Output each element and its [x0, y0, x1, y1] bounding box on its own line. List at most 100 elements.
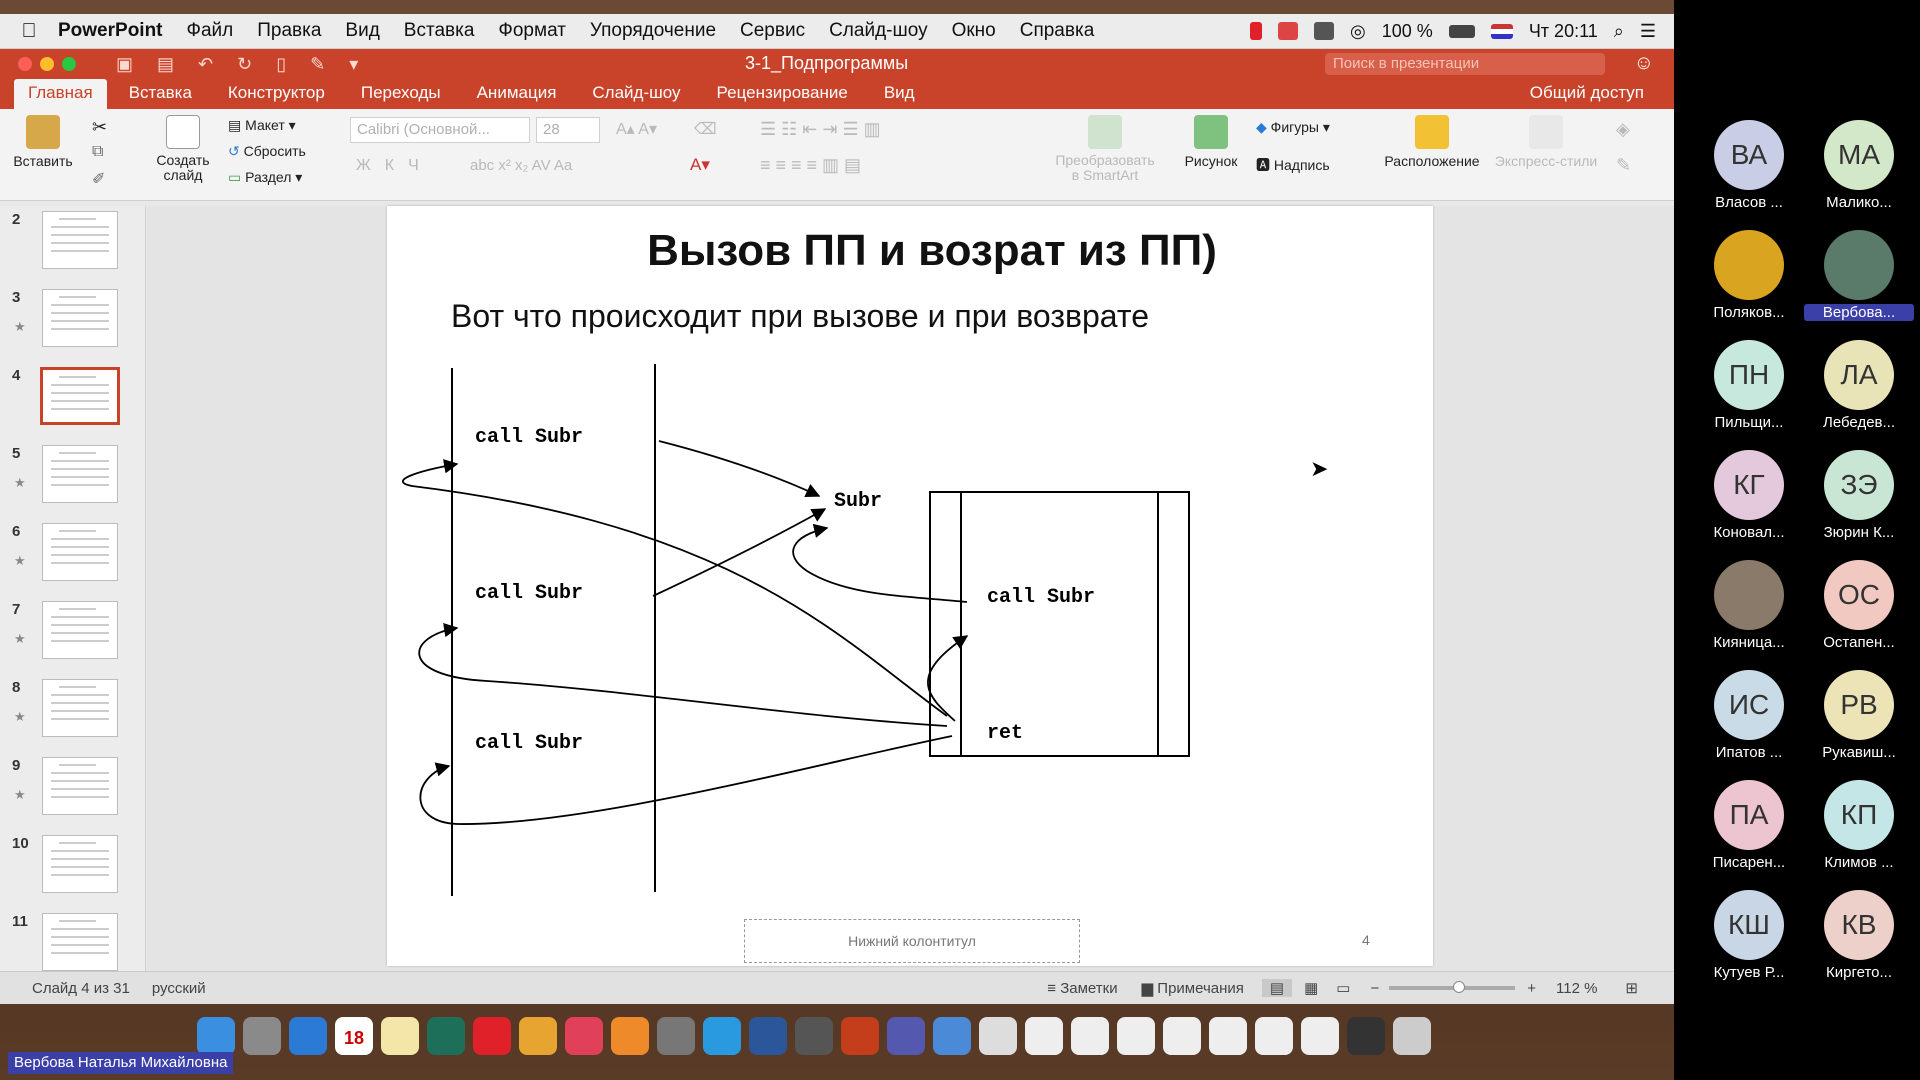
participant-tile[interactable]: ОС Остапен...	[1804, 560, 1914, 651]
dock-app-icon[interactable]	[1025, 1017, 1063, 1055]
language-indicator[interactable]: русский	[152, 980, 206, 997]
shapes-button[interactable]: ◆ Фигуры ▾	[1256, 119, 1330, 136]
redo-icon[interactable]: ↻	[237, 54, 252, 75]
tray-app-icon[interactable]	[1278, 22, 1299, 40]
wifi-icon[interactable]: ◎	[1350, 21, 1366, 42]
menu-window[interactable]: Окно	[952, 20, 996, 42]
calendar-icon[interactable]: 18	[335, 1017, 373, 1055]
slide-footer[interactable]: Нижний колонтитул	[744, 919, 1080, 963]
participant-tile[interactable]: КП Климов ...	[1804, 780, 1914, 871]
text-style-buttons[interactable]: ЖКЧ	[356, 157, 433, 175]
dock-app-icon[interactable]	[289, 1017, 327, 1055]
font-color-icon[interactable]: A▾	[690, 155, 710, 175]
reading-view-icon[interactable]: ▭	[1336, 979, 1350, 997]
participant-tile[interactable]: КШ Кутуев Р...	[1694, 890, 1804, 981]
dock-app-icon[interactable]	[703, 1017, 741, 1055]
sorter-view-icon[interactable]: ▦	[1304, 979, 1318, 997]
quick-styles-button[interactable]: Экспресс-стили	[1488, 115, 1604, 169]
dock-app-icon[interactable]	[1163, 1017, 1201, 1055]
clock[interactable]: Чт 20:11	[1529, 21, 1598, 42]
slide-thumbnail-3[interactable]: 3 ★	[0, 289, 146, 353]
dock-app-icon[interactable]	[841, 1017, 879, 1055]
zoom-slider[interactable]	[1389, 981, 1516, 993]
layout-button[interactable]: ▤ Макет ▾	[228, 117, 296, 134]
dock-app-icon[interactable]	[519, 1017, 557, 1055]
menu-slideshow[interactable]: Слайд-шоу	[829, 20, 928, 42]
search-input[interactable]: Поиск в презентации	[1325, 53, 1605, 75]
sidebar-toggle-icon[interactable]: ▣	[116, 54, 133, 75]
participant-tile[interactable]: РВ Рукавиш...	[1804, 670, 1914, 761]
font-grow-icon[interactable]: A▴ A▾	[616, 119, 657, 139]
fill-icon[interactable]: ◈	[1616, 119, 1630, 140]
participant-tile[interactable]: ИС Ипатов ...	[1694, 670, 1804, 761]
align-buttons[interactable]: ≡ ≡ ≡ ≡ ▥ ▤	[760, 155, 861, 176]
dock-app-icon[interactable]	[611, 1017, 649, 1055]
textbox-button[interactable]: 🅰 Надпись	[1256, 155, 1330, 175]
menu-app[interactable]: PowerPoint	[58, 20, 163, 42]
smiley-icon[interactable]: ☺	[1634, 52, 1654, 75]
menu-insert[interactable]: Вставка	[404, 20, 475, 42]
slide-thumbnail-8[interactable]: 8 ★	[0, 679, 146, 743]
menu-file[interactable]: Файл	[187, 20, 234, 42]
save-icon[interactable]: ▤	[157, 54, 174, 75]
flag-icon[interactable]	[1490, 23, 1513, 39]
dock-app-icon[interactable]	[1393, 1017, 1431, 1055]
slide-thumbnail-4[interactable]: 4	[0, 367, 146, 431]
participant-tile[interactable]: ВА Власов ...	[1694, 120, 1804, 211]
participant-tile[interactable]: Поляков...	[1694, 230, 1804, 321]
apple-icon[interactable]: 	[0, 20, 58, 43]
dock-app-icon[interactable]	[1347, 1017, 1385, 1055]
comments-button[interactable]: ▆ Примечания	[1142, 979, 1244, 997]
undo-icon[interactable]: ↶	[198, 54, 213, 75]
dock-app-icon[interactable]	[1117, 1017, 1155, 1055]
tab-home[interactable]: Главная	[14, 79, 107, 109]
dock-app-icon[interactable]	[979, 1017, 1017, 1055]
strike-sub-super-buttons[interactable]: abc x² x₂ AV Aa	[470, 157, 572, 174]
battery-level[interactable]: 100 %	[1382, 21, 1433, 42]
slide-thumbnail-7[interactable]: 7 ★	[0, 601, 146, 665]
spotlight-icon[interactable]: ⌕	[1614, 21, 1624, 42]
dock-app-icon[interactable]	[749, 1017, 787, 1055]
menu-view[interactable]: Вид	[345, 20, 379, 42]
dock-app-icon[interactable]	[933, 1017, 971, 1055]
dock-app-icon[interactable]	[1071, 1017, 1109, 1055]
notifications-icon[interactable]: ☰	[1640, 21, 1656, 42]
dock-app-icon[interactable]	[1255, 1017, 1293, 1055]
zoom-in-icon[interactable]: +	[1527, 980, 1536, 997]
dock-app-icon[interactable]	[657, 1017, 695, 1055]
menu-edit[interactable]: Правка	[257, 20, 321, 42]
dock-app-icon[interactable]	[381, 1017, 419, 1055]
edit-icon[interactable]: ✎	[310, 54, 325, 75]
participant-tile[interactable]: ПА Писарен...	[1694, 780, 1804, 871]
format-painter-icon[interactable]: ✐	[92, 169, 105, 189]
close-window-button[interactable]	[18, 57, 32, 71]
dock-app-icon[interactable]	[565, 1017, 603, 1055]
tray-app-icon-2[interactable]	[1314, 22, 1335, 40]
tab-review[interactable]: Рецензирование	[703, 79, 862, 109]
dock-app-icon[interactable]	[1209, 1017, 1247, 1055]
slide-thumbnail-2[interactable]: 2	[0, 211, 146, 275]
font-size-select[interactable]: 28	[536, 117, 600, 143]
customize-icon[interactable]: ▾	[349, 54, 358, 75]
slide-thumbnail-9[interactable]: 9 ★	[0, 757, 146, 821]
participant-tile[interactable]: КГ Коновал...	[1694, 450, 1804, 541]
battery-icon[interactable]	[1448, 24, 1475, 38]
new-doc-icon[interactable]: ▯	[276, 54, 286, 75]
clear-format-icon[interactable]: ⌫	[694, 119, 717, 139]
dock-app-icon[interactable]	[243, 1017, 281, 1055]
font-name-select[interactable]: Calibri (Основной...	[350, 117, 530, 143]
menu-tools[interactable]: Сервис	[740, 20, 805, 42]
participant-tile[interactable]: ЗЭ Зюрин К...	[1804, 450, 1914, 541]
reset-button[interactable]: ↺ Сбросить	[228, 143, 306, 160]
smartart-button[interactable]: Преобразовать в SmartArt	[1050, 115, 1160, 183]
zoom-level[interactable]: 112 %	[1556, 980, 1597, 997]
copy-icon[interactable]: ⧉	[92, 143, 103, 161]
outline-icon[interactable]: ✎	[1616, 155, 1631, 176]
tab-slideshow[interactable]: Слайд-шоу	[578, 79, 694, 109]
tab-animations[interactable]: Анимация	[463, 79, 571, 109]
participant-tile[interactable]: ПН Пильщи...	[1694, 340, 1804, 431]
participant-tile[interactable]: Вербова...	[1804, 230, 1914, 321]
slide-thumbnail-5[interactable]: 5 ★	[0, 445, 146, 509]
dock-app-icon[interactable]	[795, 1017, 833, 1055]
slide-page-number[interactable]: 4	[1362, 932, 1370, 948]
